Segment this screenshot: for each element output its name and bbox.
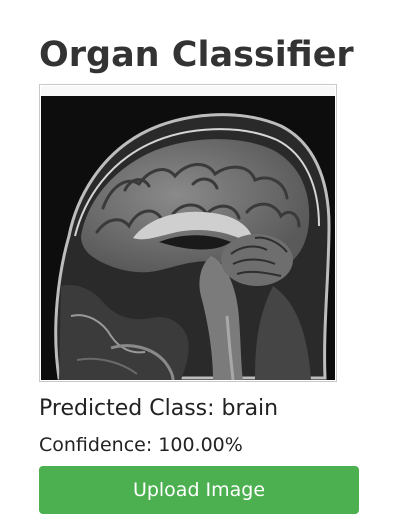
- mri-scan-image: [41, 86, 335, 380]
- confidence-text: Confidence: 100.00%: [39, 434, 243, 456]
- page-title: Organ Classifier: [39, 35, 354, 75]
- predicted-class-text: Predicted Class: brain: [39, 396, 279, 421]
- image-preview-frame: [39, 84, 337, 382]
- upload-image-button[interactable]: Upload Image: [39, 466, 359, 514]
